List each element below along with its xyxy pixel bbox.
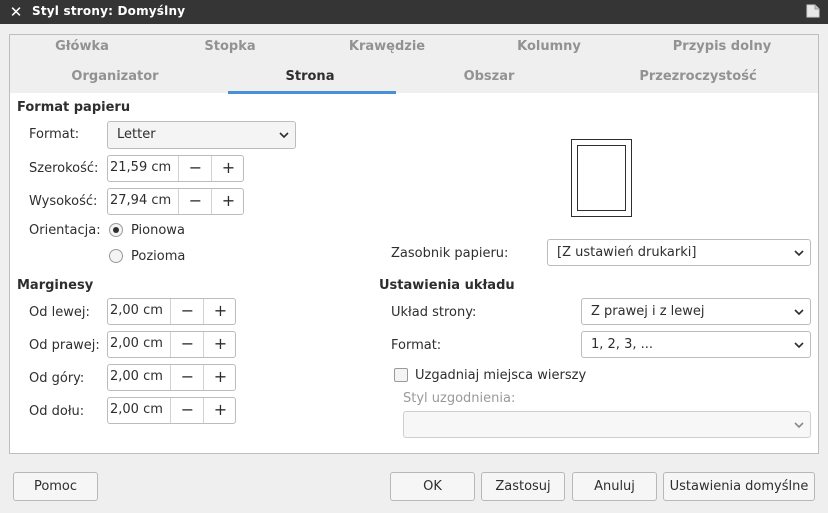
tab-organizer[interactable]: Organizator <box>55 66 175 88</box>
register-true-label[interactable]: Uzgadniaj miejsca wierszy <box>415 368 586 383</box>
width-spinbox[interactable]: 21,59 cm − + <box>107 155 244 182</box>
height-decrease-button[interactable]: − <box>178 189 212 214</box>
margin-bottom-decrease-button[interactable]: − <box>170 398 204 423</box>
margin-left-spinbox[interactable]: 2,00 cm − + <box>107 298 236 325</box>
margin-top-increase-button[interactable]: + <box>203 365 237 390</box>
tab-borders[interactable]: Krawędzie <box>327 36 447 58</box>
portrait-radio[interactable] <box>109 223 123 237</box>
height-label: Wysokość: <box>29 194 98 209</box>
cancel-button[interactable]: Anuluj <box>572 472 657 501</box>
active-tab-indicator <box>228 91 396 94</box>
register-true-checkbox[interactable] <box>394 368 408 382</box>
format-label: Format: <box>29 127 80 142</box>
numbering-format-label: Format: <box>391 338 442 353</box>
close-icon[interactable]: ✕ <box>8 3 24 21</box>
tab-footer[interactable]: Stopka <box>170 36 290 58</box>
window-menu-icon[interactable] <box>806 4 820 18</box>
margin-right-value[interactable]: 2,00 cm <box>110 336 163 351</box>
chevron-down-icon <box>794 309 804 316</box>
width-label: Szerokość: <box>29 161 99 176</box>
margin-left-increase-button[interactable]: + <box>203 299 237 324</box>
portrait-label[interactable]: Pionowa <box>131 223 185 238</box>
tab-columns[interactable]: Kolumny <box>489 36 609 58</box>
page-layout-label: Układ strony: <box>391 305 477 320</box>
margin-top-value[interactable]: 2,00 cm <box>110 369 163 384</box>
page-preview-margins <box>577 145 626 211</box>
chevron-down-icon <box>794 342 804 349</box>
tab-footnote[interactable]: Przypis dolny <box>652 36 792 58</box>
margin-right-label: Od prawej: <box>29 338 100 353</box>
margin-bottom-value[interactable]: 2,00 cm <box>110 402 163 417</box>
paper-format-select[interactable]: Letter <box>107 121 296 149</box>
margin-right-increase-button[interactable]: + <box>203 332 237 357</box>
tab-area[interactable]: Obszar <box>429 66 549 88</box>
width-increase-button[interactable]: + <box>211 156 245 181</box>
numbering-format-select[interactable]: 1, 2, 3, ... <box>581 331 811 358</box>
landscape-radio[interactable] <box>109 249 123 263</box>
margins-heading: Marginesy <box>17 278 94 293</box>
margin-left-value[interactable]: 2,00 cm <box>110 303 163 318</box>
paper-tray-label: Zasobnik papieru: <box>391 246 509 261</box>
margin-top-decrease-button[interactable]: − <box>170 365 204 390</box>
margin-left-label: Od lewej: <box>29 305 90 320</box>
margin-top-label: Od góry: <box>29 371 85 386</box>
apply-button[interactable]: Zastosuj <box>481 472 565 501</box>
page-layout-select[interactable]: Z prawej i z lewej <box>581 298 811 325</box>
page-layout-value: Z prawej i z lewej <box>591 304 705 319</box>
width-value[interactable]: 21,59 cm <box>110 160 171 175</box>
height-increase-button[interactable]: + <box>211 189 245 214</box>
orientation-label: Orientacja: <box>29 223 101 238</box>
margin-bottom-label: Od dołu: <box>29 404 85 419</box>
margin-bottom-spinbox[interactable]: 2,00 cm − + <box>107 397 236 424</box>
window-title: Styl strony: Domyślny <box>32 4 186 18</box>
margin-left-decrease-button[interactable]: − <box>170 299 204 324</box>
paper-tray-select[interactable]: [Z ustawień drukarki] <box>547 239 811 266</box>
height-value[interactable]: 27,94 cm <box>110 193 171 208</box>
chevron-down-icon <box>794 422 804 429</box>
tab-transparency[interactable]: Przezroczystość <box>625 66 771 88</box>
tab-page[interactable]: Strona <box>250 66 370 88</box>
landscape-label[interactable]: Pozioma <box>131 249 185 264</box>
tab-header[interactable]: Główka <box>22 36 142 58</box>
margin-right-decrease-button[interactable]: − <box>170 332 204 357</box>
paper-tray-value: [Z ustawień drukarki] <box>557 245 697 260</box>
ok-button[interactable]: OK <box>390 472 475 501</box>
page-preview <box>571 139 632 217</box>
help-button[interactable]: Pomoc <box>13 472 98 501</box>
margin-right-spinbox[interactable]: 2,00 cm − + <box>107 331 236 358</box>
paper-format-heading: Format papieru <box>17 100 131 115</box>
layout-settings-heading: Ustawienia układu <box>379 278 515 293</box>
paper-format-value: Letter <box>117 127 156 142</box>
reset-defaults-button[interactable]: Ustawienia domyślne <box>663 472 815 501</box>
numbering-format-value: 1, 2, 3, ... <box>591 337 654 352</box>
margin-top-spinbox[interactable]: 2,00 cm − + <box>107 364 236 391</box>
reference-style-label: Styl uzgodnienia: <box>403 391 516 406</box>
height-spinbox[interactable]: 27,94 cm − + <box>107 188 244 215</box>
chevron-down-icon <box>794 250 804 257</box>
width-decrease-button[interactable]: − <box>178 156 212 181</box>
reference-style-select[interactable] <box>403 411 811 438</box>
margin-bottom-increase-button[interactable]: + <box>203 398 237 423</box>
title-bar: ✕ Styl strony: Domyślny <box>0 0 828 24</box>
chevron-down-icon <box>279 132 289 139</box>
